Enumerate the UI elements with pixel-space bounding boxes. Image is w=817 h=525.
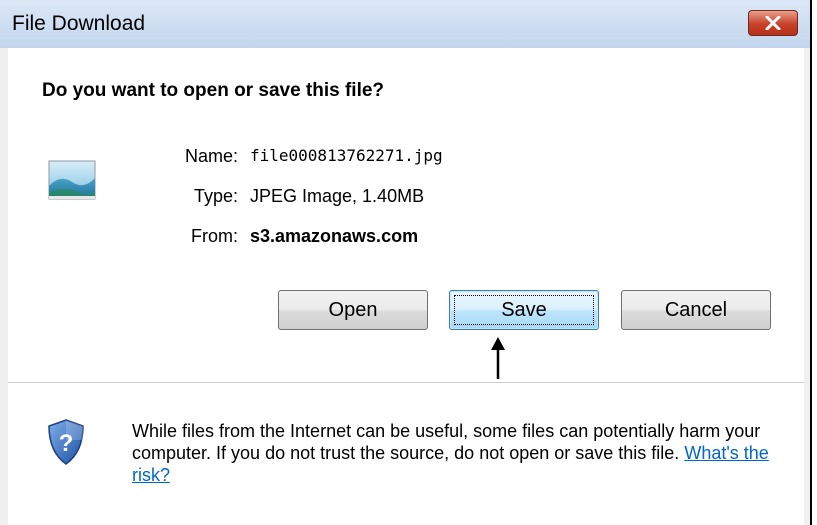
- file-source-value: s3.amazonaws.com: [250, 226, 419, 246]
- from-label: From:: [191, 226, 238, 246]
- cancel-button[interactable]: Cancel: [621, 290, 771, 330]
- up-arrow-icon: [491, 337, 505, 379]
- image-file-icon: [48, 160, 96, 200]
- title-bar[interactable]: File Download: [0, 0, 810, 48]
- close-x-icon: [765, 16, 781, 30]
- file-name-row: Name: file000813762271.jpg: [128, 146, 528, 167]
- window-title: File Download: [12, 12, 146, 35]
- file-download-dialog: File Download Do you want to open or sav…: [0, 0, 812, 525]
- file-type-value: JPEG Image, 1.40MB: [250, 186, 425, 206]
- close-button[interactable]: [748, 10, 798, 36]
- dialog-question: Do you want to open or save this file?: [42, 80, 385, 101]
- type-label: Type:: [193, 186, 238, 206]
- name-label: Name:: [184, 146, 238, 166]
- file-type-row: Type: JPEG Image, 1.40MB: [128, 186, 528, 207]
- dialog-content: Do you want to open or save this file? N…: [8, 48, 804, 525]
- save-button[interactable]: Save: [449, 290, 599, 330]
- file-source-row: From: s3.amazonaws.com: [128, 226, 528, 247]
- shield-question-icon: ?: [48, 419, 84, 465]
- security-warning: While files from the Internet can be use…: [132, 420, 782, 486]
- file-name-value: file000813762271.jpg: [250, 146, 443, 165]
- save-button-label: Save: [454, 295, 594, 325]
- open-button[interactable]: Open: [278, 290, 428, 330]
- warning-text: While files from the Internet can be use…: [132, 421, 761, 463]
- svg-text:?: ?: [59, 430, 74, 457]
- divider: [8, 382, 804, 383]
